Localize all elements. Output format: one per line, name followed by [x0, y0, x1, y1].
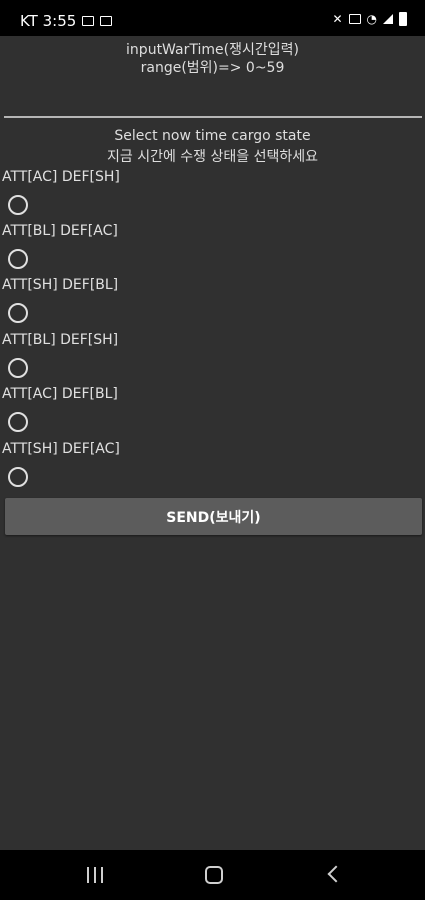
radio-option-5[interactable]	[8, 412, 28, 432]
wifi-icon: ◔	[366, 12, 377, 26]
carrier-time: KT 3:55	[20, 12, 77, 30]
war-time-label: inputWarTime(쟁시간입력)	[126, 42, 299, 58]
main-content: inputWarTime(쟁시간입력) range(범위)=> 0~59 Sel…	[0, 36, 425, 850]
option-label: ATT[AC] DEF[SH]	[2, 169, 120, 185]
option-label: ATT[AC] DEF[BL]	[2, 386, 118, 402]
status-left: KT 3:55	[20, 12, 113, 30]
signal-icon	[383, 14, 393, 24]
war-time-input[interactable]	[4, 90, 422, 118]
select-state-label: Select now time cargo state	[114, 128, 311, 144]
radio-option-2[interactable]	[8, 249, 28, 269]
recents-icon[interactable]	[87, 867, 103, 883]
option-label: ATT[BL] DEF[SH]	[2, 332, 119, 348]
status-bar: KT 3:55 ✕ ◔	[0, 0, 425, 36]
home-icon[interactable]	[205, 866, 223, 884]
mute-icon: ✕	[332, 12, 343, 26]
range-label: range(범위)=> 0~59	[140, 60, 285, 76]
battery-icon	[399, 12, 407, 26]
screenshot-icon	[100, 16, 113, 26]
option-label: ATT[SH] DEF[BL]	[2, 277, 119, 293]
option-label: ATT[SH] DEF[AC]	[2, 441, 120, 457]
gallery-icon	[82, 16, 95, 26]
select-state-label-korean: 지금 시간에 수쟁 상태을 선택하세요	[107, 149, 318, 165]
radio-option-3[interactable]	[8, 303, 28, 323]
navigation-bar	[0, 850, 425, 900]
nfc-icon	[348, 14, 361, 24]
back-icon[interactable]	[327, 865, 345, 883]
radio-option-4[interactable]	[8, 358, 28, 378]
radio-option-1[interactable]	[8, 195, 28, 215]
option-label: ATT[BL] DEF[AC]	[2, 223, 118, 239]
status-right: ✕ ◔	[332, 12, 407, 26]
send-button[interactable]: SEND(보내기)	[5, 498, 422, 535]
radio-option-6[interactable]	[8, 467, 28, 487]
